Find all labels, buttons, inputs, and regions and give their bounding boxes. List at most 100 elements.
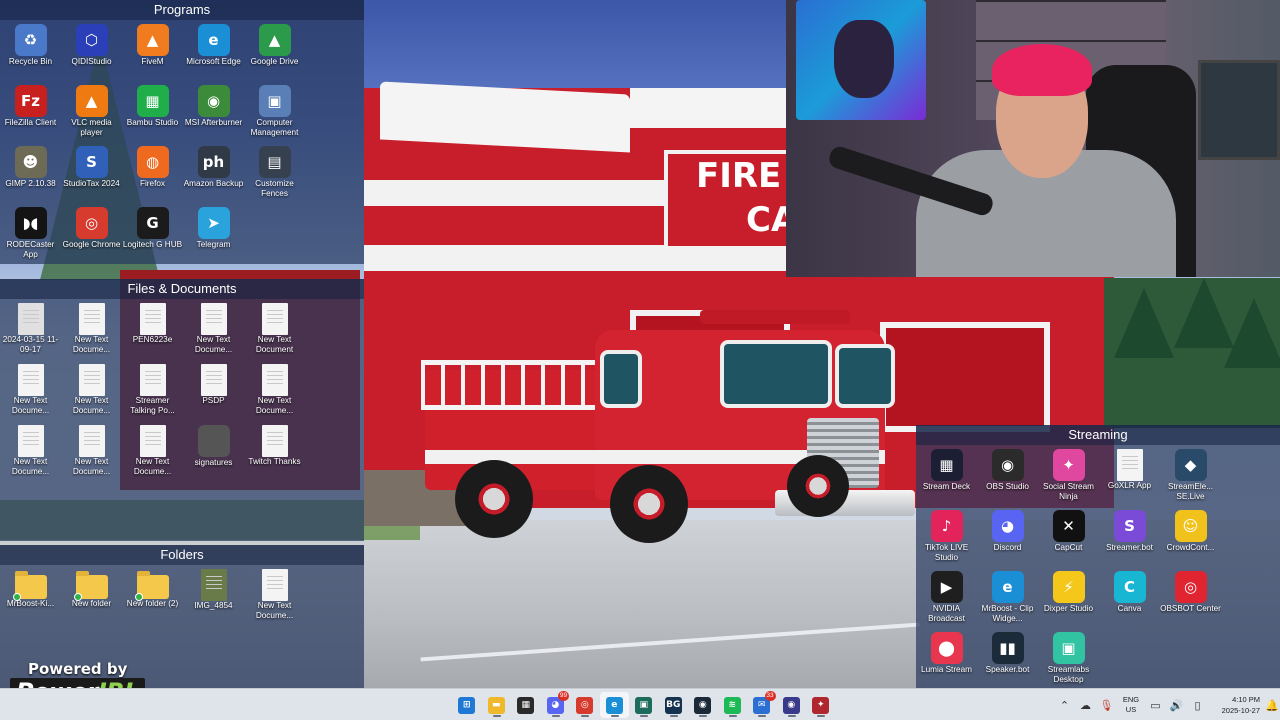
start-button[interactable]: ⊞ <box>452 692 482 718</box>
obs-taskbar-button[interactable]: ◉ <box>777 692 807 718</box>
desktop-shortcut[interactable]: ▶ NVIDIA Broadcast <box>916 571 977 632</box>
desktop-shortcut[interactable]: C Canva <box>1099 571 1160 632</box>
desktop-shortcut[interactable]: Twitch Thanks <box>244 425 305 486</box>
desktop-shortcut[interactable]: ◎ OBSBOT Center <box>1160 571 1221 632</box>
desktop-shortcut[interactable]: ▤ Customize Fences <box>244 146 305 207</box>
text-document-icon <box>78 364 105 396</box>
desktop-shortcut[interactable]: ▮▮ Speaker.bot <box>977 632 1038 693</box>
battery-icon[interactable]: ▯ <box>1187 699 1208 712</box>
streamlabs-taskbar-button[interactable]: ▣ <box>629 692 659 718</box>
desktop-shortcut[interactable]: S Streamer.bot <box>1099 510 1160 571</box>
desktop-shortcut[interactable]: PEN6223e <box>122 303 183 364</box>
bg-app-taskbar-button[interactable]: BG <box>659 692 689 718</box>
fire-truck <box>415 300 915 543</box>
fence-programs[interactable]: Programs ♻ Recycle Bin ⬡ QIDIStudio ▲ FiveM e M… <box>0 0 364 264</box>
shortcut-label: Stream Deck <box>922 482 971 491</box>
fence-title[interactable]: Streaming <box>916 425 1280 445</box>
desktop-shortcut[interactable]: New Text Docume... <box>61 425 122 486</box>
desktop-shortcut[interactable]: New Text Docume... <box>183 303 244 364</box>
language-indicator[interactable]: ENG US <box>1117 695 1145 715</box>
desktop-shortcut[interactable]: New Text Docume... <box>61 364 122 425</box>
streamer-tool-taskbar-icon: ✦ <box>812 696 830 714</box>
desktop-shortcut[interactable]: ◎ Google Chrome <box>61 207 122 268</box>
desktop-shortcut[interactable]: G Logitech G HUB <box>122 207 183 268</box>
text-document-icon <box>78 425 105 457</box>
desktop-shortcut[interactable]: ph Amazon Backup <box>183 146 244 207</box>
shortcut-label: FiveM <box>141 57 164 66</box>
obs-studio-icon: ◉ <box>991 449 1024 481</box>
chrome-taskbar-button[interactable]: ◎ <box>570 692 600 718</box>
fence-streaming[interactable]: Streaming ▦ Stream Deck ◉ OBS Studio ✦ Social… <box>916 425 1280 688</box>
desktop-shortcut[interactable]: S StudioTax 2024 <box>61 146 122 207</box>
desktop-shortcut[interactable]: ▲ FiveM <box>122 24 183 85</box>
desktop-shortcut[interactable]: New Text Docume... <box>122 425 183 486</box>
desktop-shortcut[interactable]: GoXLR App <box>1099 449 1160 510</box>
edge-taskbar-button[interactable]: e <box>599 692 629 718</box>
notification-bell-icon[interactable]: 🔔 <box>1264 699 1280 712</box>
shortcut-label: Telegram <box>196 240 231 249</box>
streamer-tool-taskbar-button[interactable]: ✦ <box>806 692 836 718</box>
desktop-shortcut[interactable]: e Microsoft Edge <box>183 24 244 85</box>
steam-taskbar-button[interactable]: ◉ <box>688 692 718 718</box>
desktop-shortcut[interactable]: ♻ Recycle Bin <box>0 24 61 85</box>
desktop-shortcut[interactable]: New Text Docume... <box>61 303 122 364</box>
desktop-shortcut[interactable]: signatures <box>183 425 244 486</box>
desktop-shortcut[interactable]: ➤ Telegram <box>183 207 244 268</box>
fence-title[interactable]: Folders <box>0 545 364 565</box>
desktop-shortcut[interactable]: ◉ MSI Afterburner <box>183 85 244 146</box>
desktop-shortcut[interactable]: ◕ Discord <box>977 510 1038 571</box>
desktop-shortcut[interactable]: New Text Docume... <box>0 425 61 486</box>
fence-title[interactable]: Files & Documents <box>0 279 364 299</box>
desktop-shortcut[interactable]: ✦ Social Stream Ninja <box>1038 449 1099 510</box>
desktop-shortcut[interactable]: New folder <box>61 569 122 630</box>
desktop-shortcut[interactable]: e MrBoost - Clip Widge... <box>977 571 1038 632</box>
shortcut-label: StudioTax 2024 <box>63 179 120 188</box>
desktop-shortcut[interactable]: ◉ OBS Studio <box>977 449 1038 510</box>
desktop-shortcut[interactable]: ▣ Streamlabs Desktop <box>1038 632 1099 693</box>
desktop-shortcut[interactable]: ◍ Firefox <box>122 146 183 207</box>
clock[interactable]: 4:10 PM 2025-10-27 <box>1208 694 1260 716</box>
desktop-shortcut[interactable]: ♪ TikTok LIVE Studio <box>916 510 977 571</box>
shortcut-label: MrBoost-Ki... <box>6 599 55 608</box>
desktop-shortcut[interactable]: ◗◖ RODECaster App <box>0 207 61 268</box>
desktop-shortcut[interactable]: PSDP <box>183 364 244 425</box>
desktop-shortcut[interactable]: New Text Docume... <box>0 364 61 425</box>
edge-taskbar-icon: e <box>605 696 623 714</box>
messages-taskbar-button[interactable]: ✉ 33 <box>747 691 777 718</box>
desktop-shortcut[interactable]: IMG_4854 <box>183 569 244 630</box>
desktop-shortcut[interactable]: ▲ Google Drive <box>244 24 305 85</box>
file-explorer-button[interactable]: ▬ <box>482 692 512 718</box>
desktop-shortcut[interactable]: ☻ GIMP 2.10.38 <box>0 146 61 207</box>
desktop-shortcut[interactable]: ▦ Bambu Studio <box>122 85 183 146</box>
desktop-shortcut[interactable]: New Text Docume... <box>244 364 305 425</box>
desktop-shortcut[interactable]: ◆ StreamEle... SE.Live <box>1160 449 1221 510</box>
desktop-shortcut[interactable]: New Text Document <box>244 303 305 364</box>
volume-icon[interactable]: 🔊 <box>1166 699 1187 712</box>
onedrive-icon[interactable]: ☁ <box>1075 699 1096 712</box>
desktop-shortcut[interactable]: ⬤ Lumia Stream <box>916 632 977 693</box>
chevron-up-icon[interactable]: ⌃ <box>1054 699 1075 712</box>
desktop-shortcut[interactable]: ▣ Computer Management <box>244 85 305 146</box>
shortcut-label: Social Stream Ninja <box>1043 482 1094 501</box>
desktop-shortcut[interactable]: ⬡ QIDIStudio <box>61 24 122 85</box>
desktop-shortcut[interactable]: MrBoost-Ki... <box>0 569 61 630</box>
microphone-icon[interactable]: 🎙 <box>1096 699 1117 712</box>
discord-taskbar-button[interactable]: ◕ 99 <box>541 691 571 718</box>
shortcut-label: GoXLR App <box>1107 481 1152 490</box>
spotify-taskbar-button[interactable]: ≋ <box>718 692 748 718</box>
desktop-shortcut[interactable]: New folder (2) <box>122 569 183 630</box>
desktop-shortcut[interactable]: ☺ CrowdCont... <box>1160 510 1221 571</box>
fence-files-documents[interactable]: Files & Documents 2024-03-15 11-09-17 New… <box>0 279 364 541</box>
microsoft-store-button[interactable]: ▦ <box>511 692 541 718</box>
desktop-shortcut[interactable]: Fz FileZilla Client <box>0 85 61 146</box>
desktop-shortcut[interactable]: New Text Docume... <box>244 569 305 630</box>
desktop-shortcut[interactable]: 2024-03-15 11-09-17 <box>0 303 61 364</box>
fence-title[interactable]: Programs <box>0 0 364 20</box>
desktop-shortcut[interactable]: ⚡ Dixper Studio <box>1038 571 1099 632</box>
network-icon[interactable]: ▭ <box>1145 699 1166 712</box>
desktop-shortcut[interactable]: Streamer Talking Po... <box>122 364 183 425</box>
desktop-shortcut[interactable]: ✕ CapCut <box>1038 510 1099 571</box>
crowdcontrol-icon: ☺ <box>1174 510 1207 542</box>
desktop-shortcut[interactable]: ▦ Stream Deck <box>916 449 977 510</box>
desktop-shortcut[interactable]: ▲ VLC media player <box>61 85 122 146</box>
